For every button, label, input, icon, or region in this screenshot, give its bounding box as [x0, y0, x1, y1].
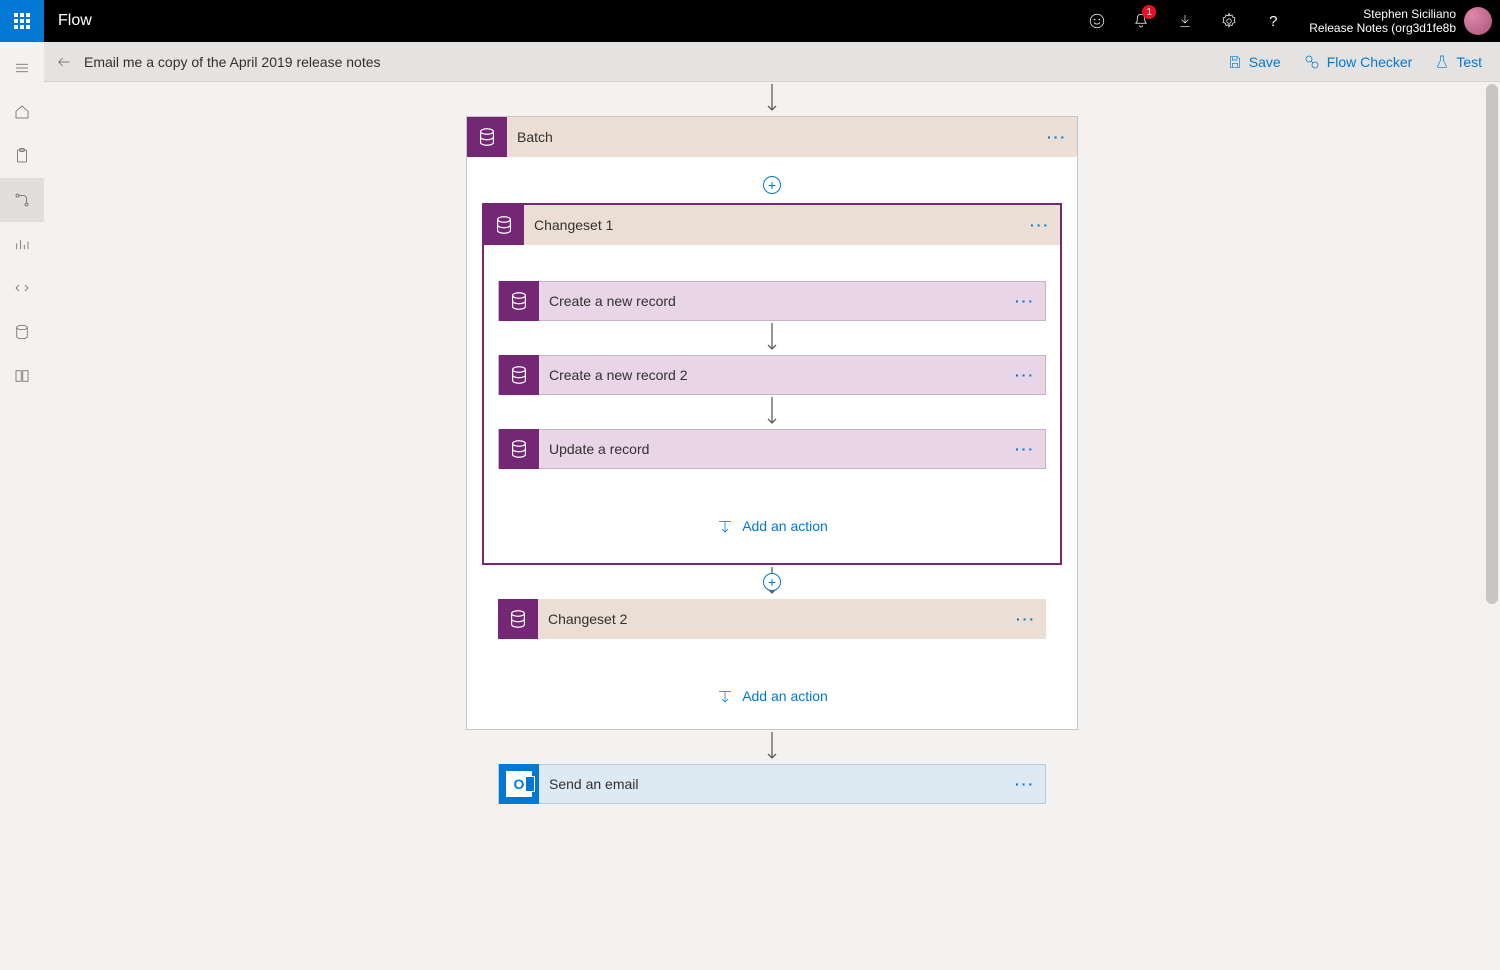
checker-icon	[1303, 53, 1321, 71]
changeset2-card[interactable]: Changeset 2 ···	[498, 599, 1046, 639]
app-launcher[interactable]	[0, 0, 44, 42]
database-icon	[499, 281, 539, 321]
designer-canvas: Batch ··· + Changeset 1 ···	[44, 82, 1500, 970]
add-step-button[interactable]: +	[763, 176, 781, 194]
app-name: Flow	[44, 0, 106, 42]
home-icon	[13, 103, 31, 121]
connector-icon	[13, 279, 31, 297]
help-icon: ?	[1269, 13, 1277, 30]
save-label: Save	[1249, 54, 1281, 70]
save-icon	[1227, 54, 1243, 70]
card-menu[interactable]: ···	[1005, 367, 1045, 383]
send-email-action[interactable]: O Send an email ···	[498, 764, 1046, 804]
batch-card[interactable]: Batch ··· + Changeset 1 ···	[466, 116, 1078, 730]
database-icon	[13, 323, 31, 341]
changeset2-title: Changeset 2	[538, 611, 1006, 627]
arrow-left-icon	[56, 54, 72, 70]
card-menu[interactable]: ···	[1005, 441, 1045, 457]
insert-step-button[interactable]: +	[763, 573, 781, 591]
create-record-2-action[interactable]: Create a new record 2 ···	[498, 355, 1046, 395]
action-title: Create a new record	[539, 293, 1005, 309]
settings-button[interactable]	[1207, 0, 1251, 42]
update-record-action[interactable]: Update a record ···	[498, 429, 1046, 469]
batch-title: Batch	[507, 129, 1037, 145]
designer-toolbar: Email me a copy of the April 2019 releas…	[44, 42, 1500, 82]
nav-connectors[interactable]	[0, 266, 44, 310]
arrow-down-icon	[766, 84, 778, 114]
card-menu[interactable]: ···	[1005, 776, 1045, 792]
gear-icon	[1220, 12, 1238, 30]
downloads-button[interactable]	[1163, 0, 1207, 42]
card-menu[interactable]: ···	[1005, 293, 1045, 309]
scrollbar-thumb[interactable]	[1486, 84, 1498, 604]
nav-approvals[interactable]	[0, 134, 44, 178]
create-record-action[interactable]: Create a new record ···	[498, 281, 1046, 321]
database-icon	[498, 599, 538, 639]
add-action-label: Add an action	[742, 518, 828, 534]
insert-icon	[716, 517, 734, 535]
clipboard-icon	[13, 147, 31, 165]
arrow-down-icon	[766, 732, 778, 762]
changeset1-title: Changeset 1	[524, 217, 1020, 233]
org-name: Release Notes (org3d1fe8b	[1309, 21, 1456, 35]
book-icon	[13, 367, 31, 385]
connector: +	[766, 565, 778, 599]
back-button[interactable]	[44, 54, 84, 70]
notification-badge: 1	[1142, 5, 1156, 19]
chart-icon	[13, 235, 31, 253]
flow-checker-button[interactable]: Flow Checker	[1303, 53, 1413, 71]
nav-home[interactable]	[0, 90, 44, 134]
nav-analytics[interactable]	[0, 222, 44, 266]
feedback-button[interactable]	[1075, 0, 1119, 42]
card-menu[interactable]: ···	[1006, 611, 1046, 627]
user-name: Stephen Siciliano	[1309, 7, 1456, 21]
nav-learn[interactable]	[0, 354, 44, 398]
outlook-icon: O	[499, 764, 539, 804]
action-title: Update a record	[539, 441, 1005, 457]
database-icon	[467, 117, 507, 157]
help-button[interactable]: ?	[1251, 0, 1295, 42]
insert-icon	[716, 687, 734, 705]
add-action-button[interactable]: Add an action	[716, 679, 828, 713]
database-icon	[484, 205, 524, 245]
database-icon	[499, 429, 539, 469]
smile-icon	[1088, 12, 1106, 30]
nav-hamburger[interactable]	[0, 46, 44, 90]
hamburger-icon	[13, 59, 31, 77]
add-action-label: Add an action	[742, 688, 828, 704]
test-button[interactable]: Test	[1434, 54, 1482, 70]
left-nav	[0, 42, 44, 970]
card-menu[interactable]: ···	[1020, 217, 1060, 233]
arrow-down-icon	[766, 323, 778, 353]
connector	[766, 321, 778, 355]
flask-icon	[1434, 54, 1450, 70]
changeset1-card[interactable]: Changeset 1 ··· Create a new record ···	[482, 203, 1062, 565]
arrow-down-icon	[766, 397, 778, 427]
save-button[interactable]: Save	[1227, 54, 1281, 70]
waffle-icon	[14, 13, 30, 29]
add-action-button[interactable]: Add an action	[716, 509, 828, 543]
card-menu[interactable]: ···	[1037, 129, 1077, 145]
user-menu[interactable]: Stephen Siciliano Release Notes (org3d1f…	[1295, 0, 1500, 42]
flow-title: Email me a copy of the April 2019 releas…	[84, 54, 381, 70]
test-label: Test	[1456, 54, 1482, 70]
nav-data[interactable]	[0, 310, 44, 354]
action-title: Send an email	[539, 776, 1005, 792]
flow-checker-label: Flow Checker	[1327, 54, 1413, 70]
avatar	[1464, 7, 1492, 35]
scrollbar[interactable]	[1484, 82, 1500, 970]
app-header: Flow 1 ? Stephen Siciliano Release Notes…	[0, 0, 1500, 42]
notifications-button[interactable]: 1	[1119, 0, 1163, 42]
action-title: Create a new record 2	[539, 367, 1005, 383]
database-icon	[499, 355, 539, 395]
download-icon	[1177, 13, 1193, 29]
connector	[766, 395, 778, 429]
nav-flows[interactable]	[0, 178, 44, 222]
connector	[766, 730, 778, 764]
flow-icon	[13, 191, 31, 209]
connector	[766, 82, 778, 116]
